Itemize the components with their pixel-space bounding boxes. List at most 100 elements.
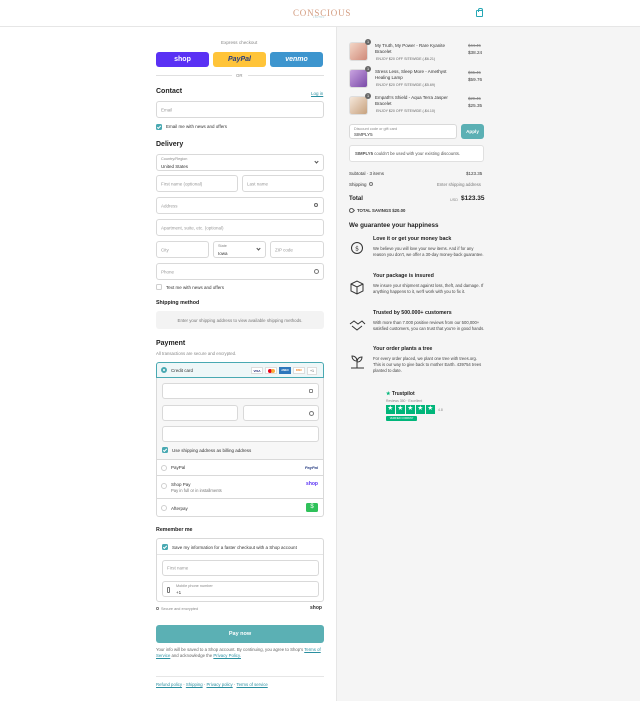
divider	[156, 676, 324, 677]
svg-text:$: $	[355, 246, 359, 253]
paypal-express-button[interactable]: PayPal	[213, 52, 266, 67]
shipping-link[interactable]: Shipping	[186, 682, 203, 687]
payment-heading: Payment	[156, 340, 186, 347]
name-on-card-field[interactable]	[162, 426, 319, 442]
product-name: Stress Less, Sleep More - Amethyst Heali…	[375, 69, 447, 80]
delivery-heading: Delivery	[156, 141, 184, 148]
last-name-field[interactable]: Last name	[242, 175, 324, 192]
remember-heading: Remember me	[156, 527, 193, 533]
country-select[interactable]: Country/Region United States	[156, 154, 324, 171]
help-icon[interactable]	[309, 411, 314, 416]
quantity-badge: 1	[365, 66, 371, 72]
shipping-value: Enter shipping address	[437, 182, 481, 187]
save-info-checkbox[interactable]	[162, 544, 168, 550]
shop-wordmark: shop	[310, 605, 322, 611]
secure-label: Secure and encrypted	[161, 607, 199, 611]
cart-bag-icon[interactable]	[476, 8, 483, 17]
afterpay-radio[interactable]	[161, 505, 167, 511]
city-field[interactable]: City	[156, 241, 209, 258]
card-number-field[interactable]	[162, 383, 319, 399]
trustpilot-logo: ★ Trustpilot	[386, 391, 415, 397]
phone-icon	[167, 587, 170, 593]
terms-text: Your info will be saved to a Shop accoun…	[156, 647, 321, 658]
total-label: Total	[349, 196, 363, 202]
lock-icon	[309, 389, 313, 393]
product-name: Empath's Shield - Aqua Terra Jasper Brac…	[375, 95, 448, 106]
credit-card-option[interactable]: Credit card VISA AMEX DISC +1	[156, 362, 324, 378]
phone-field[interactable]: Phone	[156, 263, 324, 280]
privacy-link[interactable]: Privacy policy	[206, 682, 232, 687]
mastercard-icon	[265, 367, 277, 374]
shop-pay-radio[interactable]	[161, 483, 167, 489]
guarantee-text: We insure your shipment against loss, th…	[373, 283, 484, 294]
afterpay-option[interactable]: Afterpay $	[156, 499, 324, 517]
star-icon: ★	[386, 405, 395, 414]
total-value: $123.35	[461, 195, 485, 202]
or-label: OR	[236, 73, 243, 78]
paypal-logo-icon: PayPal	[304, 465, 318, 470]
chevron-down-icon	[256, 246, 261, 251]
shop-first-name-field[interactable]: First name	[162, 560, 319, 576]
terms-link[interactable]: Terms of service	[236, 682, 267, 687]
quantity-badge: 1	[365, 93, 371, 99]
card-form: Use shipping address as billing address	[156, 378, 324, 460]
product-old-price: $29.45	[468, 96, 481, 101]
product-discount: ENJOY $20 OFF SITEWIDE (-$5.69)	[376, 83, 436, 87]
state-select[interactable]: State Iowa	[213, 241, 266, 258]
shop-pay-express-button[interactable]: shop	[156, 52, 209, 67]
discount-error-message: SIMPLY5 couldn't be used with your exist…	[349, 145, 484, 162]
afterpay-logo-icon: $	[306, 503, 318, 512]
divider	[248, 75, 324, 76]
quantity-badge: 1	[365, 39, 371, 45]
star-icon: ★	[396, 405, 405, 414]
email-field[interactable]: Email	[156, 101, 324, 118]
shop-logo-icon: shop	[306, 481, 318, 487]
first-name-field[interactable]: First name (optional)	[156, 175, 238, 192]
apartment-field[interactable]: Apartment, suite, etc. (optional)	[156, 219, 324, 236]
paypal-option[interactable]: PayPal PayPal	[156, 460, 324, 476]
help-icon[interactable]	[369, 182, 373, 186]
trustpilot-score: 4.8	[438, 408, 443, 412]
guarantee-title: Trusted by 500.000+ customers	[373, 310, 452, 316]
privacy-policy-link[interactable]: Privacy Policy.	[213, 653, 241, 658]
help-icon[interactable]	[314, 269, 319, 274]
mobile-phone-field[interactable]: Mobile phone number +1	[162, 581, 319, 597]
divider	[157, 554, 323, 555]
refund-policy-link[interactable]: Refund policy	[156, 682, 182, 687]
save-info-label: Save my information for a faster checkou…	[172, 545, 297, 550]
news-checkbox[interactable]	[156, 124, 162, 130]
divider	[156, 75, 232, 76]
handshake-icon	[349, 320, 366, 331]
address-field[interactable]: Address	[156, 197, 324, 214]
zip-field[interactable]: ZIP code	[270, 241, 324, 258]
security-code-field[interactable]	[243, 405, 319, 421]
header: CONSCIOUS Items	[0, 0, 640, 27]
star-icon: ★	[426, 405, 435, 414]
product-discount: ENJOY $20 OFF SITEWIDE (-$6.21)	[376, 57, 436, 61]
apply-button[interactable]: Apply	[461, 124, 484, 139]
guarantee-text: We believe you will love your new items.…	[373, 246, 484, 257]
discover-icon: DISC	[293, 367, 305, 374]
star-icon: ★	[416, 405, 425, 414]
pay-now-button[interactable]: Pay now	[156, 625, 324, 643]
shop-pay-option[interactable]: Shop Pay Pay in full or in installments …	[156, 476, 324, 499]
subtotal-value: $123.35	[466, 171, 483, 176]
visa-icon: VISA	[251, 367, 263, 374]
footer-links: Refund policy · Shipping · Privacy polic…	[156, 682, 268, 687]
billing-label: Use shipping address as billing address	[172, 448, 252, 453]
currency-label: USD	[450, 198, 459, 202]
news-label: Email me with news and offers	[166, 124, 227, 129]
product-discount: ENJOY $20 OFF SITEWIDE (-$4.10)	[376, 109, 436, 113]
text-offers-checkbox[interactable]	[156, 284, 162, 290]
credit-card-radio[interactable]	[161, 367, 167, 373]
expiry-field[interactable]	[162, 405, 238, 421]
billing-checkbox[interactable]	[162, 447, 168, 453]
subtotal-label: Subtotal · 3 items	[349, 171, 385, 176]
shipping-method-placeholder: Enter your shipping address to view avai…	[156, 311, 324, 329]
discount-code-field[interactable]: Discount code or gift card SIMPLY5	[349, 124, 457, 139]
product-image	[349, 96, 368, 115]
login-link[interactable]: Log in	[311, 91, 323, 96]
paypal-radio[interactable]	[161, 465, 167, 471]
more-cards-badge: +1	[307, 366, 317, 375]
venmo-express-button[interactable]: venmo	[270, 52, 323, 67]
